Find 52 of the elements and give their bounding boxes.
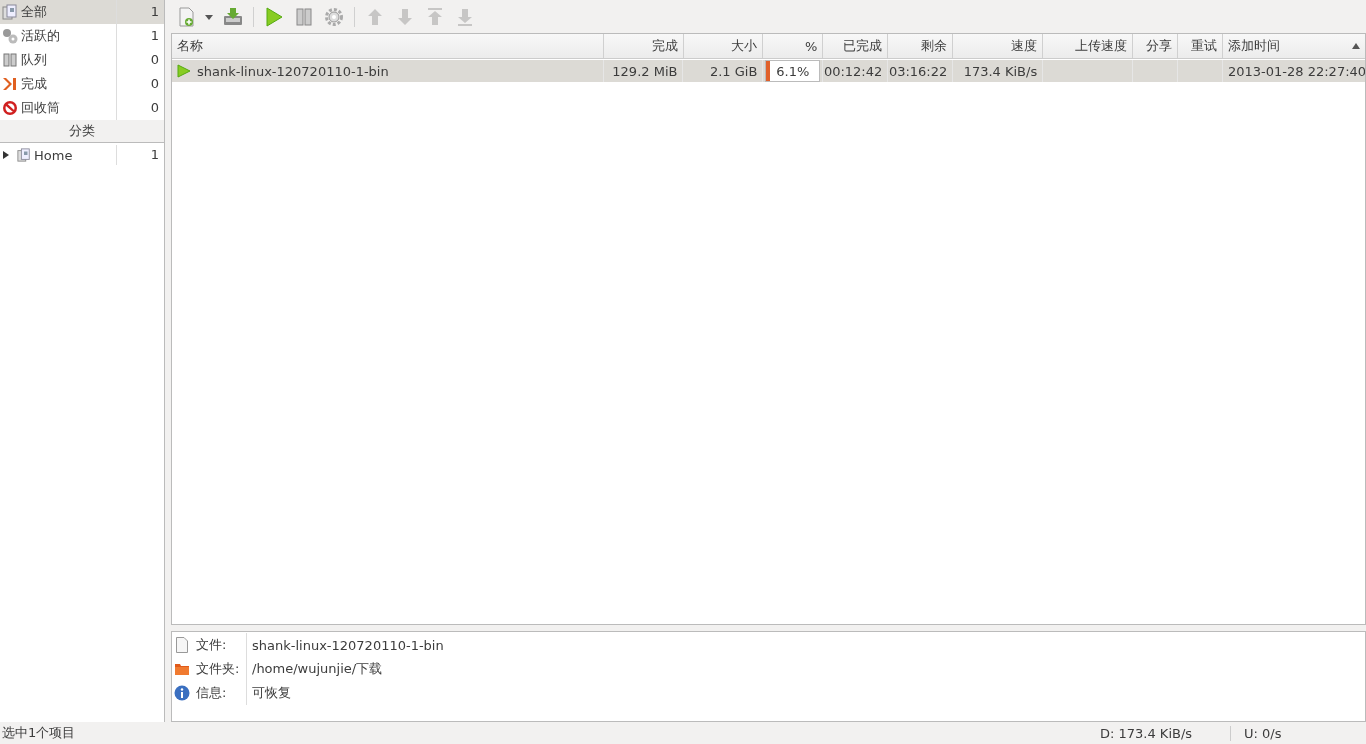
- upload-speed: U: 0/s: [1230, 725, 1366, 741]
- column-header[interactable]: 速度: [953, 34, 1044, 58]
- add-file-icon[interactable]: [177, 6, 197, 27]
- table-cell: 2.1 GiB: [683, 60, 764, 82]
- detail-value: 可恢复: [251, 684, 291, 702]
- pause-icon[interactable]: [294, 6, 314, 27]
- detail-value: /home/wujunjie/下载: [251, 660, 383, 678]
- play-icon[interactable]: [264, 6, 284, 27]
- column-header[interactable]: 重试: [1178, 34, 1224, 58]
- column-header[interactable]: 添加时间: [1223, 34, 1365, 58]
- chevron-icon: [2, 76, 18, 92]
- sidebar-item[interactable]: 活跃的 1: [0, 24, 164, 48]
- table-cell-text: 2013-01-28 22:27:40: [1227, 62, 1365, 81]
- table-cell: 03:16:22: [888, 60, 954, 82]
- sort-ascending-icon: [1352, 43, 1360, 49]
- percent-text: 6.1%: [776, 63, 810, 79]
- column-header[interactable]: 大小: [683, 34, 764, 58]
- column-header[interactable]: %: [763, 34, 824, 58]
- table-cell: 00:12:42: [823, 60, 889, 82]
- detail-label: 文件夹:: [192, 657, 247, 681]
- categories-header: 分类: [68, 122, 96, 140]
- folder-icon: [174, 661, 190, 677]
- table-row[interactable]: shank-linux-120720110-1-bin 129.2 MiB 2.1 GiB 6.1% 00:12:42 03:16:22 173.4 KiB/s 2013-01-28 22:27:40: [172, 60, 1365, 82]
- download-icon[interactable]: [223, 6, 243, 27]
- column-header[interactable]: 完成: [603, 34, 684, 58]
- table-cell: 129.2 MiB: [603, 60, 684, 82]
- sidebar-item[interactable]: 完成 0: [0, 72, 164, 96]
- column-header[interactable]: 上传速度: [1043, 34, 1134, 58]
- pause-icon: [2, 52, 18, 68]
- column-header[interactable]: 已完成: [823, 34, 889, 58]
- detail-label: 文件:: [192, 633, 247, 657]
- status-text: 选中1个项目: [2, 724, 77, 742]
- detail-value: shank-linux-120720110-1-bin: [251, 637, 444, 653]
- category-item[interactable]: Home 1: [0, 145, 164, 165]
- sidebar-item[interactable]: 队列 0: [0, 48, 164, 72]
- column-header[interactable]: 名称: [172, 34, 604, 58]
- play-icon: [177, 64, 191, 78]
- table-cell: 173.4 KiB/s: [953, 60, 1044, 82]
- documents-icon: [2, 4, 18, 20]
- expander-icon[interactable]: [2, 151, 10, 159]
- caret-icon[interactable]: [205, 12, 213, 21]
- settings-icon[interactable]: [324, 6, 344, 27]
- column-header[interactable]: 剩余: [888, 34, 954, 58]
- sidebar-item[interactable]: 全部 1: [0, 0, 164, 24]
- table-cell: shank-linux-120720110-1-bin: [172, 60, 604, 82]
- detail-label: 信息:: [192, 681, 247, 705]
- sidebar-item[interactable]: 回收筒 0: [0, 96, 164, 120]
- documents-icon: [17, 148, 31, 162]
- download-speed: D: 173.4 KiB/s: [1100, 725, 1194, 741]
- document-icon: [174, 637, 190, 653]
- column-header[interactable]: 分享: [1133, 34, 1179, 58]
- info-icon: [174, 685, 190, 701]
